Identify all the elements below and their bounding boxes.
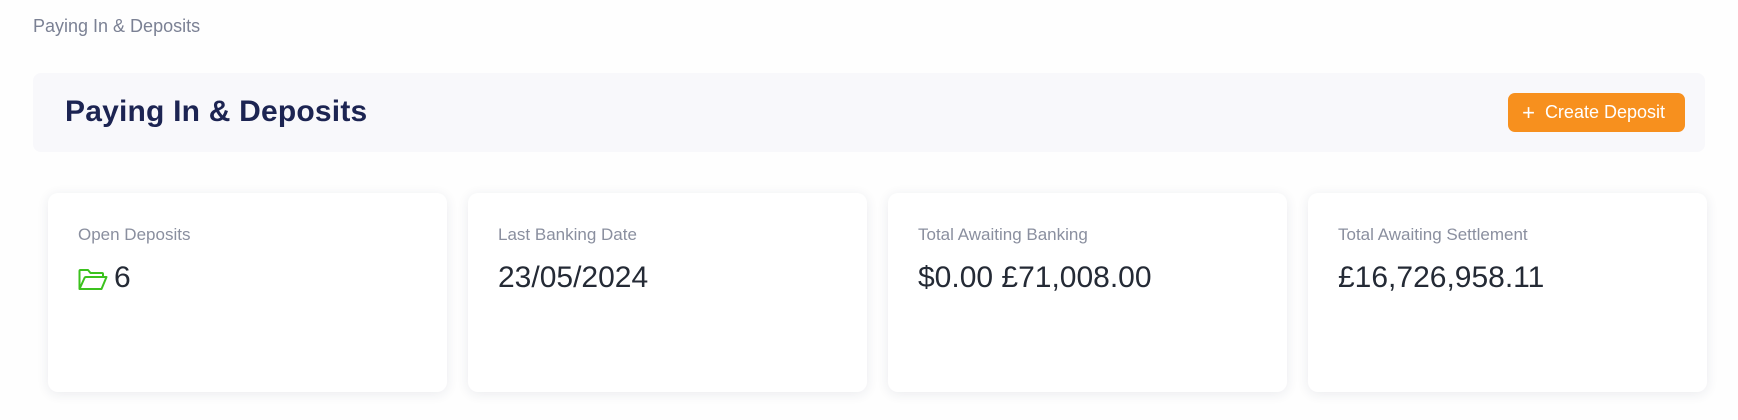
card-value-row: 6 — [78, 261, 131, 295]
card-open-deposits: Open Deposits 6 — [48, 193, 447, 392]
plus-icon: + — [1522, 99, 1535, 125]
summary-cards: Open Deposits 6 Last Banking Date 23/05/… — [48, 193, 1707, 392]
card-total-awaiting-settlement: Total Awaiting Settlement £16,726,958.11 — [1308, 193, 1707, 392]
card-last-banking-date: Last Banking Date 23/05/2024 — [468, 193, 867, 392]
card-label: Last Banking Date — [498, 225, 637, 244]
breadcrumb[interactable]: Paying In & Deposits — [33, 16, 200, 37]
card-label: Total Awaiting Settlement — [1338, 225, 1528, 244]
total-awaiting-settlement-value: £16,726,958.11 — [1338, 261, 1545, 294]
create-deposit-label: Create Deposit — [1544, 102, 1665, 122]
card-label: Total Awaiting Banking — [918, 225, 1088, 244]
folder-open-icon — [78, 266, 108, 290]
last-banking-date-value: 23/05/2024 — [498, 261, 649, 294]
page-title: Paying In & Deposits — [65, 95, 368, 128]
card-total-awaiting-banking: Total Awaiting Banking $0.00 £71,008.00 — [888, 193, 1287, 392]
page-header: Paying In & Deposits + Create Deposit — [33, 73, 1705, 152]
page: Paying In & Deposits Paying In & Deposit… — [0, 0, 1738, 420]
create-deposit-button[interactable]: + Create Deposit — [1508, 93, 1685, 132]
open-deposits-value: 6 — [114, 261, 131, 294]
card-label: Open Deposits — [78, 225, 191, 244]
total-awaiting-banking-value: $0.00 £71,008.00 — [918, 261, 1152, 294]
